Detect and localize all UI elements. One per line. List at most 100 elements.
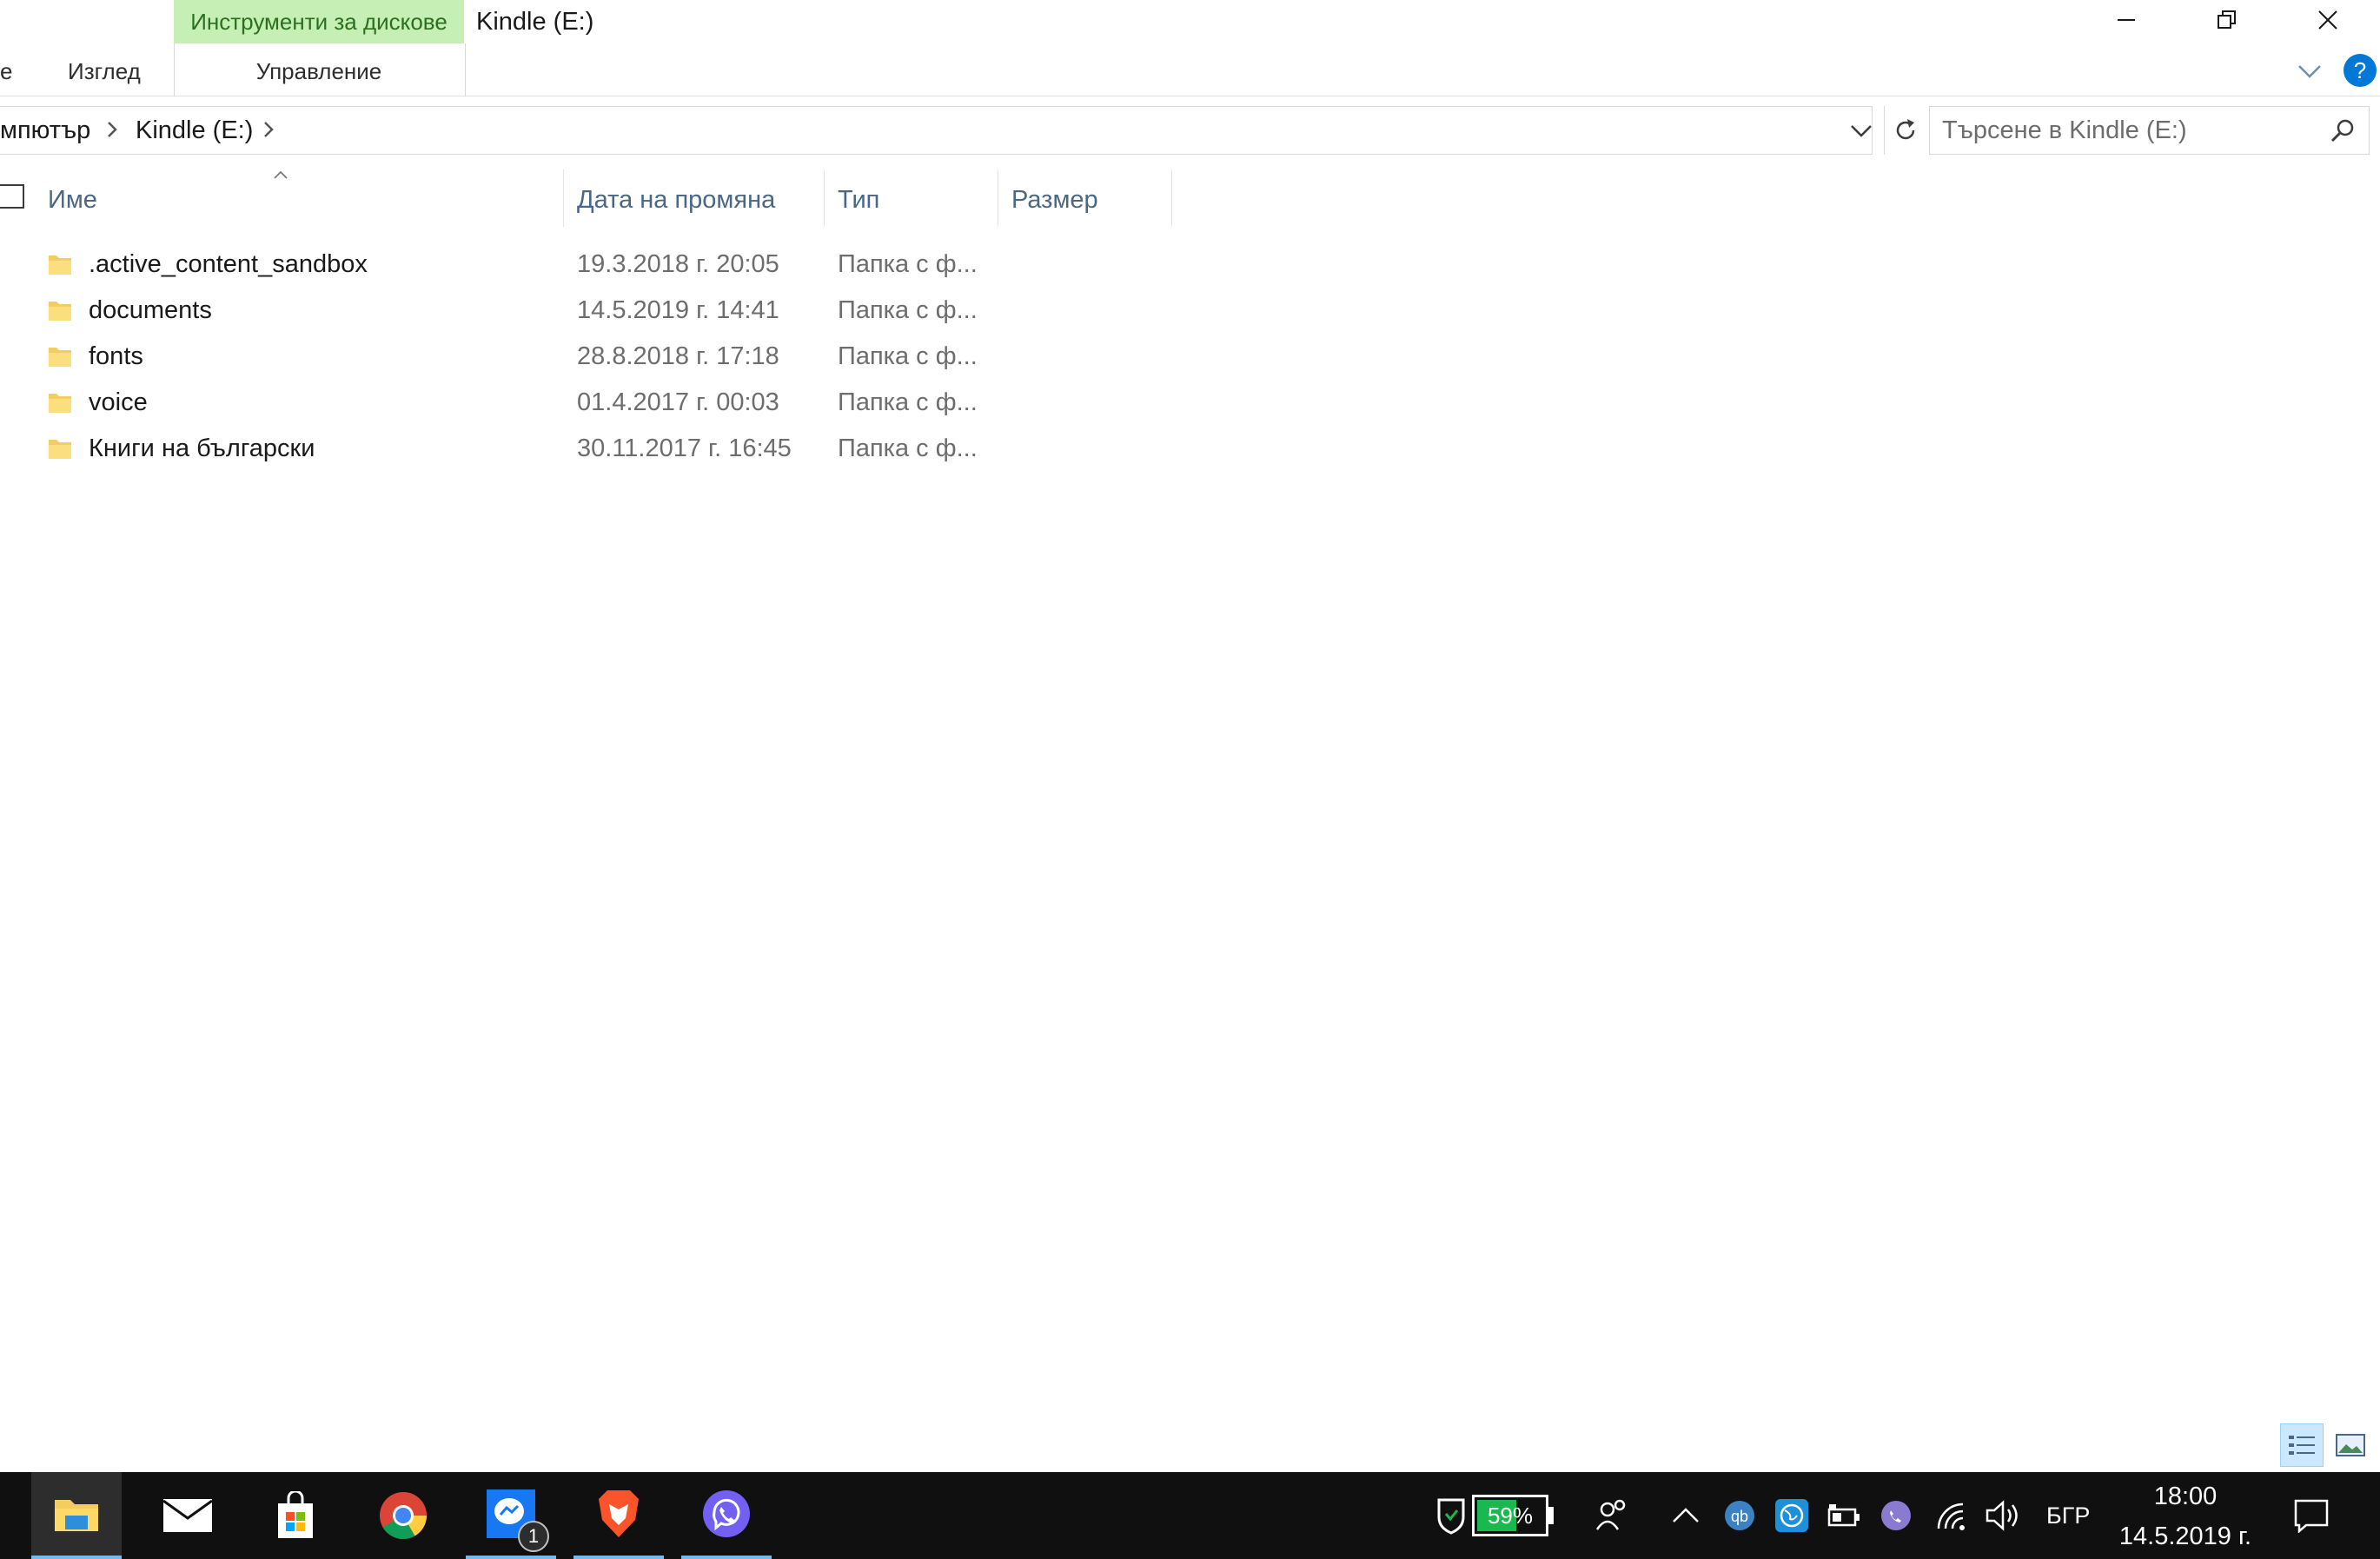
breadcrumb-kindle[interactable]: Kindle (E:) [136, 106, 253, 155]
folder-icon [49, 394, 71, 413]
breadcrumb-chevron-icon[interactable] [262, 120, 275, 143]
shield-plug-icon [1437, 1498, 1465, 1535]
mail-icon [162, 1499, 213, 1532]
file-date: 14.5.2019 г. 14:41 [577, 296, 779, 324]
file-name: voice [89, 388, 148, 416]
svg-text:qb: qb [1731, 1508, 1748, 1525]
refresh-button[interactable] [1884, 106, 1926, 155]
battery-tip [1548, 1507, 1554, 1524]
people-button[interactable] [1590, 1472, 1634, 1559]
microsoft-store-icon [278, 1491, 313, 1538]
taskbar-mail[interactable] [143, 1472, 233, 1559]
file-type: Папка с ф... [838, 342, 978, 370]
expand-ribbon-button[interactable] [2292, 54, 2327, 89]
taskbar-chrome[interactable] [358, 1472, 448, 1559]
file-name: documents [89, 296, 212, 324]
messenger-badge: 1 [518, 1521, 549, 1552]
details-view-button[interactable] [2280, 1423, 2324, 1467]
battery-indicator[interactable]: 59% [1472, 1495, 1548, 1536]
column-header-name[interactable]: Име [48, 178, 97, 222]
ribbon-tab-partial[interactable]: е [0, 54, 12, 89]
breadcrumb-chevron-icon[interactable] [106, 120, 118, 143]
file-row[interactable]: .active_content_sandbox 19.3.2018 г. 20:… [35, 242, 982, 288]
clock-time[interactable]: 18:00 [2085, 1483, 2285, 1511]
column-separator[interactable] [563, 169, 564, 227]
minimize-button[interactable] [2087, 0, 2165, 40]
taskbar-file-explorer[interactable] [31, 1472, 122, 1559]
qbittorrent-tray-icon[interactable]: qb [1720, 1472, 1759, 1559]
details-view-icon [2289, 1436, 2315, 1455]
file-name: fonts [89, 342, 143, 370]
select-all-checkbox[interactable] [0, 184, 24, 209]
refresh-icon [1896, 119, 1915, 140]
file-date: 19.3.2018 г. 20:05 [577, 250, 779, 278]
file-name: Книги на български [89, 435, 315, 462]
clock-date[interactable]: 14.5.2019 г. [2085, 1523, 2285, 1551]
search-icon[interactable] [2329, 117, 2357, 149]
minimize-icon [2118, 19, 2135, 21]
window-title: Kindle (E:) [476, 8, 594, 36]
file-name: .active_content_sandbox [89, 250, 368, 278]
people-icon [1595, 1499, 1626, 1530]
help-button[interactable]: ? [2344, 54, 2377, 87]
ribbon-tab-view[interactable]: Изглед [68, 54, 141, 89]
close-icon [2318, 10, 2337, 30]
large-icons-view-button[interactable] [2329, 1423, 2372, 1467]
folder-icon [49, 348, 71, 367]
taskbar-viber[interactable] [681, 1472, 772, 1559]
column-header-date[interactable]: Дата на промяна [577, 178, 775, 222]
close-button[interactable] [2289, 0, 2367, 40]
taskbar-microsoft-store[interactable] [250, 1472, 341, 1559]
help-icon: ? [2353, 57, 2367, 83]
column-header-size[interactable]: Размер [1011, 178, 1098, 222]
viber-tray-icon[interactable] [1877, 1472, 1915, 1559]
file-type: Папка с ф... [838, 250, 978, 278]
search-input[interactable]: Търсене в Kindle (E:) [1942, 106, 2187, 155]
file-date: 30.11.2017 г. 16:45 [577, 435, 792, 462]
ribbon-tab-manage[interactable]: Управление [174, 54, 464, 89]
qbittorrent-icon: qb [1725, 1501, 1754, 1530]
file-type: Папка с ф... [838, 296, 978, 324]
breadcrumb-computer[interactable]: мпютър [0, 106, 90, 155]
folder-icon [49, 440, 71, 459]
restore-icon [2218, 10, 2236, 29]
globe-icon [1775, 1499, 1808, 1532]
large-icons-view-icon [2336, 1434, 2365, 1456]
chrome-icon [380, 1492, 427, 1540]
volume-tray-icon[interactable] [1981, 1472, 2025, 1559]
column-separator[interactable] [824, 169, 825, 227]
file-date: 01.4.2017 г. 00:03 [577, 388, 779, 416]
input-language-indicator[interactable]: БГР [2046, 1472, 2090, 1559]
file-row[interactable]: Книги на български 30.11.2017 г. 16:45 П… [35, 426, 982, 472]
sort-ascending-icon [273, 169, 288, 184]
folder-icon [49, 302, 71, 321]
wifi-icon [1937, 1503, 1965, 1530]
file-row[interactable]: fonts 28.8.2018 г. 17:18 Папка с ф... [35, 334, 982, 380]
address-bar[interactable] [0, 106, 1873, 155]
column-header-type[interactable]: Тип [838, 178, 879, 222]
taskbar-brave[interactable] [573, 1472, 664, 1559]
address-dropdown-button[interactable] [1849, 118, 1873, 147]
show-hidden-icons-button[interactable] [1667, 1472, 1705, 1559]
wifi-tray-icon[interactable] [1931, 1472, 1974, 1559]
viber-icon [703, 1490, 750, 1537]
action-center-button[interactable] [2285, 1472, 2337, 1559]
power-tray-icon[interactable] [1825, 1472, 1863, 1559]
speaker-icon [1986, 1500, 2018, 1531]
battery-percent: 59% [1487, 1503, 1534, 1529]
antivirus-tray-icon[interactable] [1432, 1472, 1470, 1559]
chevron-up-icon [1673, 1508, 1699, 1523]
context-tab-disk-tools[interactable]: Инструменти за дискове [174, 0, 464, 43]
folder-icon [49, 255, 71, 275]
file-date: 28.8.2018 г. 17:18 [577, 342, 779, 370]
file-row[interactable]: documents 14.5.2019 г. 14:41 Папка с ф..… [35, 288, 982, 334]
column-separator[interactable] [1171, 169, 1172, 227]
file-type: Папка с ф... [838, 388, 978, 416]
file-row[interactable]: voice 01.4.2017 г. 00:03 Папка с ф... [35, 380, 982, 426]
file-explorer-icon [55, 1500, 98, 1531]
battery-charging-icon [1827, 1504, 1860, 1527]
taskbar-messenger[interactable]: 1 [466, 1472, 556, 1559]
chevron-down-icon [1851, 125, 1872, 137]
restore-button[interactable] [2188, 0, 2266, 40]
network-globe-tray-icon[interactable] [1773, 1472, 1811, 1559]
